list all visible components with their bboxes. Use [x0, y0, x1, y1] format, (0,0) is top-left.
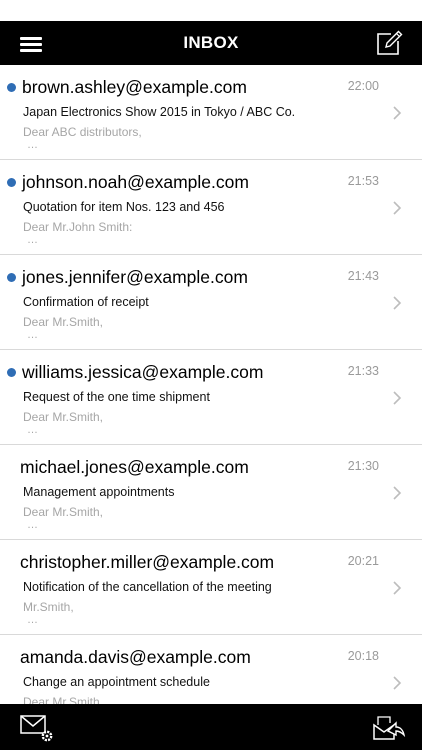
mail-settings-icon	[20, 715, 53, 742]
chevron-right-icon	[393, 391, 402, 405]
message-row[interactable]: johnson.noah@example.com 21:53 Quotation…	[0, 160, 422, 255]
message-time: 21:43	[347, 269, 379, 283]
message-row[interactable]: amanda.davis@example.com 20:18 Change an…	[0, 635, 422, 704]
message-preview: Dear Mr.Smith,	[23, 410, 104, 424]
message-more: …	[27, 519, 39, 531]
message-subject: Quotation for item Nos. 123 and 456	[23, 200, 225, 214]
message-row[interactable]: jones.jennifer@example.com 21:43 Confirm…	[0, 255, 422, 350]
message-sender: brown.ashley@example.com	[22, 77, 247, 97]
chevron-right-icon	[393, 581, 402, 595]
chevron-right-icon	[393, 296, 402, 310]
message-preview: Dear Mr.Smith,	[23, 505, 104, 519]
message-list[interactable]: brown.ashley@example.com 22:00 Japan Ele…	[0, 65, 422, 704]
message-preview: Dear Mr.Smith,	[23, 695, 104, 704]
message-time: 20:21	[347, 554, 379, 568]
message-subject: Confirmation of receipt	[23, 295, 149, 309]
message-sender: williams.jessica@example.com	[22, 362, 264, 382]
message-subject: Japan Electronics Show 2015 in Tokyo / A…	[23, 105, 296, 119]
message-sender: amanda.davis@example.com	[20, 647, 251, 667]
chevron-right-icon	[393, 106, 402, 120]
message-sender: christopher.miller@example.com	[20, 552, 275, 572]
unread-indicator	[7, 368, 16, 377]
message-subject: Management appointments	[23, 485, 175, 499]
message-sender: jones.jennifer@example.com	[22, 267, 248, 287]
message-more: …	[27, 614, 39, 626]
unread-indicator	[7, 273, 16, 282]
message-more: …	[27, 234, 39, 246]
message-row[interactable]: christopher.miller@example.com 20:21 Not…	[0, 540, 422, 635]
message-row[interactable]: williams.jessica@example.com 21:33 Reque…	[0, 350, 422, 445]
message-preview: Dear Mr.John Smith:	[23, 220, 133, 234]
reply-all-button[interactable]	[370, 711, 406, 743]
message-sender: johnson.noah@example.com	[22, 172, 249, 192]
message-more: …	[27, 424, 39, 436]
message-subject: Notification of the cancellation of the …	[23, 580, 272, 594]
navigation-bar: INBOX	[0, 21, 422, 65]
message-time: 22:00	[347, 79, 379, 93]
compose-icon	[377, 30, 403, 55]
message-time: 21:53	[347, 174, 379, 188]
message-time: 20:18	[347, 649, 379, 663]
message-preview: Mr.Smith,	[23, 600, 74, 614]
message-preview: Dear Mr.Smith,	[23, 315, 104, 329]
reply-all-icon	[373, 716, 406, 740]
unread-indicator	[7, 83, 16, 92]
chevron-right-icon	[393, 676, 402, 690]
message-subject: Request of the one time shipment	[23, 390, 210, 404]
page-title: INBOX	[183, 33, 239, 52]
message-row[interactable]: michael.jones@example.com 21:30 Manageme…	[0, 445, 422, 540]
mail-settings-button[interactable]	[18, 711, 56, 743]
message-sender: michael.jones@example.com	[20, 457, 249, 477]
chevron-right-icon	[393, 201, 402, 215]
compose-button[interactable]	[374, 28, 404, 58]
message-more: …	[27, 329, 39, 341]
chevron-right-icon	[393, 486, 402, 500]
message-subject: Change an appointment schedule	[23, 675, 210, 689]
unread-indicator	[7, 178, 16, 187]
bottom-toolbar	[0, 704, 422, 750]
message-row[interactable]: brown.ashley@example.com 22:00 Japan Ele…	[0, 65, 422, 160]
message-preview: Dear ABC distributors,	[23, 125, 142, 139]
message-more: …	[27, 139, 39, 151]
message-time: 21:30	[347, 459, 379, 473]
status-strip	[0, 0, 422, 21]
message-time: 21:33	[347, 364, 379, 378]
